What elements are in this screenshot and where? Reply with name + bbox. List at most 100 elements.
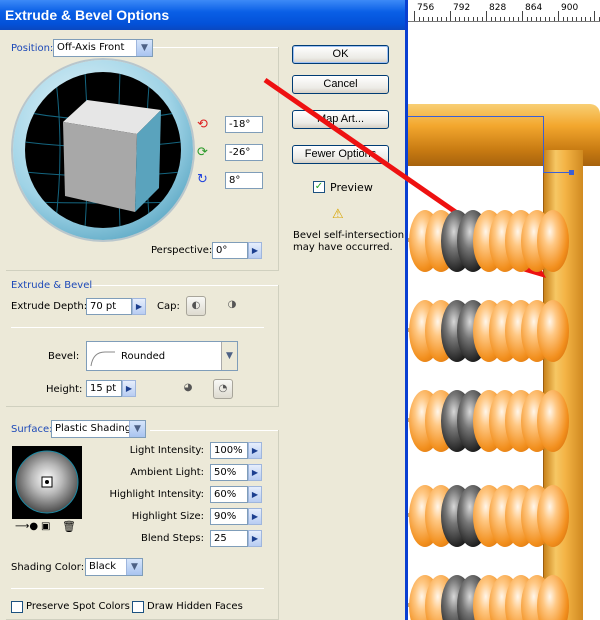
height-label: Height: [46, 384, 83, 395]
surface-value: Plastic Shading [55, 423, 132, 434]
rotate-z-icon: ↻ [197, 172, 208, 187]
light-intensity-field[interactable]: 100% [210, 442, 248, 459]
ruler-tick [536, 17, 537, 21]
ruler-tick [482, 17, 483, 21]
ruler-tick [531, 17, 532, 21]
chevron-right-icon[interactable]: ▶ [248, 508, 262, 525]
dialog-title: Extrude & Bevel Options [0, 0, 405, 30]
ruler-tick [563, 17, 564, 21]
ruler-tick [590, 17, 591, 21]
chevron-down-icon[interactable]: ▼ [126, 559, 142, 575]
chevron-right-icon[interactable]: ▶ [248, 242, 262, 259]
position-label: Position: [11, 43, 54, 54]
map-art-button[interactable]: Map Art... [292, 110, 389, 129]
ruler-tick [513, 17, 514, 21]
ruler-tick [558, 11, 559, 21]
highlight-intensity-label: Highlight Intensity: [109, 489, 205, 500]
ruler-tick [504, 17, 505, 21]
selection-outline [543, 116, 544, 172]
ruler-tick [486, 11, 487, 21]
blend-steps-field[interactable]: 25 [210, 530, 248, 547]
position-dropdown[interactable]: Off-Axis Front ▼ [53, 39, 153, 57]
ok-button[interactable]: OK [292, 45, 389, 64]
ruler-tick [473, 17, 474, 21]
chevron-right-icon[interactable]: ▶ [248, 442, 262, 459]
rotation-trackball[interactable] [13, 60, 193, 240]
rotate-y-field[interactable]: -26° [225, 144, 263, 161]
preserve-spot-checkbox[interactable] [11, 601, 23, 613]
ruler-tick [585, 17, 586, 21]
ruler-tick [554, 17, 555, 21]
chevron-right-icon[interactable]: ▶ [248, 464, 262, 481]
chevron-down-icon[interactable]: ▼ [221, 342, 237, 370]
ruler-tick [491, 17, 492, 21]
selection-handle[interactable] [569, 170, 574, 175]
chevron-right-icon[interactable]: ▶ [248, 530, 262, 547]
surface-dropdown[interactable]: Plastic Shading ▼ [51, 420, 146, 438]
artboard-canvas[interactable]: 756 792 828 864 900 [405, 0, 600, 620]
ruler-tick [459, 17, 460, 21]
warning-text-line-1: Bevel self-intersection [293, 230, 405, 241]
extrude-depth-field[interactable]: 70 pt [86, 298, 132, 315]
highlight-size-field[interactable]: 90% [210, 508, 248, 525]
preserve-spot-label: Preserve Spot Colors [26, 601, 130, 612]
bevel-label: Bevel: [48, 351, 80, 362]
position-value: Off-Axis Front [57, 42, 125, 53]
highlight-intensity-field[interactable]: 60% [210, 486, 248, 503]
ruler-tick [518, 17, 519, 21]
bevel-out-icon[interactable]: ◕ [178, 379, 198, 399]
perspective-field[interactable]: 0° [212, 242, 248, 259]
chevron-right-icon[interactable]: ▶ [122, 380, 136, 397]
ruler-tick [545, 17, 546, 21]
chevron-down-icon[interactable]: ▼ [129, 421, 145, 437]
ruler-tick [441, 17, 442, 21]
ruler-tick [594, 11, 595, 21]
orange-bead[interactable] [537, 210, 569, 272]
light-sphere-icon [15, 450, 79, 514]
ruler-tick [477, 17, 478, 21]
trackball-grid[interactable] [25, 72, 181, 228]
blend-steps-label: Blend Steps: [140, 533, 204, 544]
shading-color-label: Shading Color: [11, 562, 85, 573]
light-sphere-preview[interactable] [12, 446, 82, 519]
preview-checkbox[interactable]: ✓ [313, 181, 325, 193]
ruler-tick [509, 17, 510, 21]
cap-off-icon[interactable]: ◑ [222, 296, 242, 316]
cancel-button[interactable]: Cancel [292, 75, 389, 94]
draw-hidden-checkbox[interactable] [132, 601, 144, 613]
fewer-options-button[interactable]: Fewer Options [292, 145, 389, 164]
trash-icon[interactable]: 🗑 [62, 520, 76, 533]
shading-color-value: Black [89, 561, 117, 572]
orange-bead[interactable] [537, 485, 569, 547]
ambient-light-field[interactable]: 50% [210, 464, 248, 481]
preview-label: Preview [330, 181, 373, 194]
move-light-back-icon[interactable]: ⟶● [15, 521, 38, 532]
draw-hidden-label: Draw Hidden Faces [147, 601, 243, 612]
height-field[interactable]: 15 pt [86, 380, 122, 397]
ruler-tick [500, 17, 501, 21]
chevron-right-icon[interactable]: ▶ [132, 298, 146, 315]
new-light-icon[interactable]: ▣ [41, 521, 50, 532]
light-intensity-label: Light Intensity: [129, 445, 204, 456]
orange-bead[interactable] [537, 390, 569, 452]
highlight-size-label: Highlight Size: [131, 511, 204, 522]
chevron-down-icon[interactable]: ▼ [136, 40, 152, 56]
trackball-cube-icon [25, 72, 181, 228]
bevel-in-icon[interactable]: ◔ [213, 379, 233, 399]
rotate-x-icon: ⟲ [197, 117, 208, 132]
orange-bead[interactable] [537, 300, 569, 362]
chevron-right-icon[interactable]: ▶ [248, 486, 262, 503]
divider [11, 588, 264, 589]
ruler-tick [419, 17, 420, 21]
ruler-tick [527, 17, 528, 21]
divider [11, 327, 264, 328]
cap-on-icon[interactable]: ◐ [186, 296, 206, 316]
rotate-z-field[interactable]: 8° [225, 172, 263, 189]
surface-label: Surface: [11, 424, 53, 435]
rotate-x-field[interactable]: -18° [225, 116, 263, 133]
shading-color-dropdown[interactable]: Black ▼ [85, 558, 143, 576]
warning-text-line-2: may have occurred. [293, 242, 393, 253]
extrude-bevel-dialog: Extrude & Bevel Options Position: Off-Ax… [0, 0, 408, 620]
ruler-tick [572, 17, 573, 21]
bevel-dropdown[interactable]: Rounded ▼ [86, 341, 238, 371]
